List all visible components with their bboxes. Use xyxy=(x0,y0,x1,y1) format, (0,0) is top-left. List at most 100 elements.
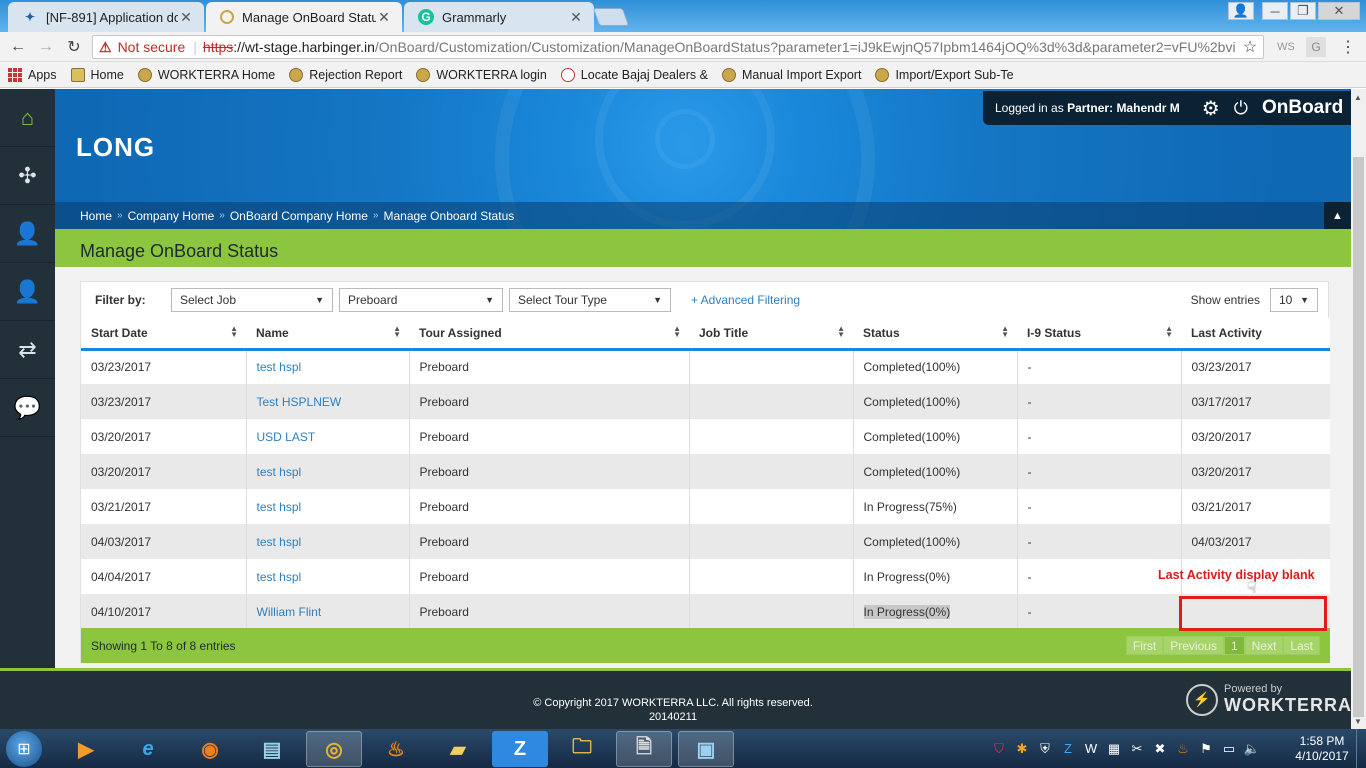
cell-tour: Preboard xyxy=(408,454,689,489)
back-icon[interactable]: ← xyxy=(8,37,28,57)
col-job-title[interactable]: Job Title ▲ ▼ xyxy=(689,318,853,351)
advanced-filtering-link[interactable]: + Advanced Filtering xyxy=(691,293,800,307)
bookmark-workterra-home[interactable]: WORKTERRA Home xyxy=(137,67,275,82)
extension-ws-icon[interactable]: WS xyxy=(1276,37,1296,57)
scroll-down-icon[interactable]: ▼ xyxy=(1354,717,1362,726)
last-page-button[interactable]: Last xyxy=(1283,636,1320,655)
employee-name-link[interactable]: William Flint xyxy=(257,605,322,619)
close-tab-icon[interactable]: ✕ xyxy=(178,9,194,26)
col-tour-assigned[interactable]: Tour Assigned ▲ ▼ xyxy=(409,318,689,351)
monitor-icon[interactable]: ▭ xyxy=(1220,741,1238,757)
profile-icon[interactable]: 👤 xyxy=(1228,2,1254,20)
reload-icon[interactable]: ↻ xyxy=(64,37,84,57)
zoho-tray-icon[interactable]: Z xyxy=(1059,741,1077,756)
col-name[interactable]: Name ▲ ▼ xyxy=(246,318,409,351)
select-job-dropdown[interactable]: Select Job ▼ xyxy=(171,287,333,312)
flame-tray-icon[interactable]: ♨ xyxy=(1174,741,1192,757)
employee-name-link[interactable]: USD LAST xyxy=(257,430,316,444)
col-i9-status[interactable]: I-9 Status ▲ ▼ xyxy=(1017,318,1181,351)
taskbar-documents[interactable]: 🗎 xyxy=(616,731,672,767)
col-start-date[interactable]: Start Date ▲ ▼ xyxy=(81,318,246,351)
sidebar-item-customization[interactable]: ✣ xyxy=(0,147,55,205)
tools-tray-icon[interactable]: ✂ xyxy=(1128,741,1146,757)
table-row: 03/20/2017 USD LAST Preboard Completed(1… xyxy=(81,419,1330,454)
taskbar-firefox[interactable]: ◉ xyxy=(182,731,238,767)
bookmark-import-export-sub[interactable]: Import/Export Sub-Te xyxy=(875,67,1014,82)
flag-icon[interactable]: ⚑ xyxy=(1197,741,1215,757)
bookmark-rejection-report[interactable]: Rejection Report xyxy=(289,67,402,82)
next-page-button[interactable]: Next xyxy=(1244,636,1284,655)
bookmark-home[interactable]: Home xyxy=(70,67,124,82)
not-secure-label[interactable]: Not secure xyxy=(118,39,186,55)
sidebar-item-transfer[interactable]: ⇄ xyxy=(0,321,55,379)
close-tray-icon[interactable]: ✖ xyxy=(1151,741,1169,757)
sidebar-item-user-star[interactable]: 👤 xyxy=(0,205,55,263)
breadcrumb-company-home[interactable]: Company Home xyxy=(128,209,215,223)
page-1-button[interactable]: 1 xyxy=(1223,636,1245,655)
forward-icon[interactable]: → xyxy=(36,37,56,57)
start-button[interactable]: ⊞ xyxy=(6,731,42,767)
employee-name-link[interactable]: test hspl xyxy=(257,465,302,479)
breadcrumb-onboard-company-home[interactable]: OnBoard Company Home xyxy=(230,209,368,223)
sidebar-item-chat[interactable]: 💬 xyxy=(0,379,55,437)
bookmark-apps[interactable]: Apps xyxy=(8,67,57,82)
tour-dropdown[interactable]: Preboard ▼ xyxy=(339,287,503,312)
close-tab-icon[interactable]: ✕ xyxy=(376,9,392,26)
shield-icon[interactable]: ⛨ xyxy=(1036,741,1054,757)
taskbar-media-player[interactable]: ▶ xyxy=(58,731,114,767)
taskbar-zoho[interactable]: Z xyxy=(492,731,548,767)
volume-icon[interactable]: 🔈 xyxy=(1243,741,1261,757)
address-bar[interactable]: ⚠ Not secure | https://wt-stage.harbinge… xyxy=(92,35,1264,59)
system-clock[interactable]: 1:58 PM 4/10/2017 xyxy=(1292,734,1352,764)
page-scrollbar[interactable]: ▲ ▼ xyxy=(1351,89,1366,729)
previous-page-button[interactable]: Previous xyxy=(1163,636,1224,655)
new-tab-button[interactable] xyxy=(592,8,630,26)
cell-start-date: 03/23/2017 xyxy=(81,349,246,384)
minimize-button[interactable]: ─ xyxy=(1262,2,1288,20)
taskbar-notepad[interactable]: ▤ xyxy=(244,731,300,767)
tray-w-icon[interactable]: W xyxy=(1082,741,1100,756)
bookmark-locate-bajaj[interactable]: Locate Bajaj Dealers & xyxy=(560,67,708,82)
restore-button[interactable]: ❐ xyxy=(1290,2,1316,20)
taskbar-chrome[interactable]: ◎ xyxy=(306,731,362,767)
col-status[interactable]: Status ▲ ▼ xyxy=(853,318,1017,351)
taskbar-app-flame[interactable]: ♨ xyxy=(368,731,424,767)
entries-dropdown[interactable]: 10 ▼ xyxy=(1270,288,1318,312)
sidebar-item-users[interactable]: 👤 xyxy=(0,263,55,321)
gear-icon[interactable]: ⚙ xyxy=(1202,96,1220,121)
employee-name-link[interactable]: test hspl xyxy=(257,535,302,549)
taskbar-internet-explorer[interactable]: e xyxy=(120,731,176,767)
bookmark-manual-import-export[interactable]: Manual Import Export xyxy=(721,67,861,82)
employee-name-link[interactable]: Test HSPLNEW xyxy=(257,395,342,409)
power-icon[interactable]: ⏻ xyxy=(1234,98,1248,119)
tab-nf-891[interactable]: ✦ [NF-891] Application do ✕ xyxy=(8,2,204,32)
bookmark-star-icon[interactable]: ☆ xyxy=(1240,37,1260,57)
employee-name-link[interactable]: test hspl xyxy=(257,500,302,514)
employee-name-link[interactable]: test hspl xyxy=(257,360,302,374)
network-tray-icon[interactable]: ▦ xyxy=(1105,741,1123,757)
taskbar-photo-viewer[interactable]: ▣ xyxy=(678,731,734,767)
taskbar-sticky-notes[interactable]: ▰ xyxy=(430,731,486,767)
bookmark-workterra-login[interactable]: WORKTERRA login xyxy=(416,67,547,82)
tab-grammarly[interactable]: G Grammarly ✕ xyxy=(404,2,594,32)
scrollbar-thumb[interactable] xyxy=(1353,157,1364,717)
collapse-chevron-icon[interactable]: ▲ xyxy=(1324,202,1351,229)
first-page-button[interactable]: First xyxy=(1125,636,1164,655)
breadcrumb-home[interactable]: Home xyxy=(80,209,112,223)
tray-app-icon[interactable]: ✱ xyxy=(1013,741,1031,757)
close-tab-icon[interactable]: ✕ xyxy=(568,9,584,26)
bookmark-label: Locate Bajaj Dealers & xyxy=(580,67,708,82)
employee-name-link[interactable]: test hspl xyxy=(257,570,302,584)
sidebar-item-home[interactable]: ⌂ xyxy=(0,89,55,147)
col-last-activity[interactable]: Last Activity xyxy=(1181,318,1330,351)
extension-g-icon[interactable]: G xyxy=(1306,37,1326,57)
mcafee-icon[interactable]: ⛉ xyxy=(990,741,1008,757)
show-desktop-button[interactable] xyxy=(1356,729,1366,768)
close-window-button[interactable]: ✕ xyxy=(1318,2,1360,20)
taskbar-file-explorer[interactable]: 🗀 xyxy=(554,731,610,767)
tab-manage-onboard-status[interactable]: Manage OnBoard Status ✕ xyxy=(206,2,402,32)
cell-job-title xyxy=(688,489,853,524)
menu-icon[interactable]: ⋮ xyxy=(1338,37,1358,57)
scroll-up-icon[interactable]: ▲ xyxy=(1354,93,1362,102)
tour-type-dropdown[interactable]: Select Tour Type ▼ xyxy=(509,287,671,312)
